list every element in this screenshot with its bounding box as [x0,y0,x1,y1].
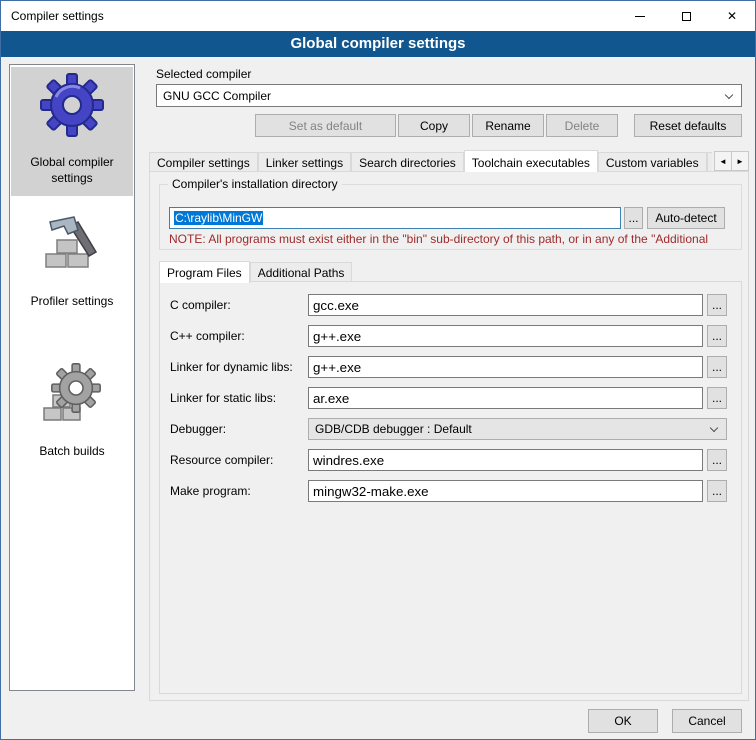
make-program-label: Make program: [170,480,251,502]
installation-directory-group-label: Compiler's installation directory [168,177,342,191]
tab-program-files[interactable]: Program Files [159,261,250,283]
resource-compiler-label: Resource compiler: [170,449,273,471]
tab-compiler-settings[interactable]: Compiler settings [149,152,258,172]
linker-dynamic-label: Linker for dynamic libs: [170,356,293,378]
make-program-input[interactable] [308,480,703,502]
delete-button: Delete [546,114,618,137]
linker-static-label: Linker for static libs: [170,387,276,409]
c-compiler-input[interactable] [308,294,703,316]
linker-dynamic-input[interactable] [308,356,703,378]
chevron-down-icon [710,424,718,432]
tab-scroll-right-button[interactable]: ► [731,151,749,171]
minimize-icon [635,16,645,17]
installation-note: NOTE: All programs must exist either in … [169,232,739,246]
auto-detect-button[interactable]: Auto-detect [647,207,725,229]
installation-directory-value: C:\raylib\MinGW [174,211,263,225]
tab-toolchain-executables[interactable]: Toolchain executables [464,150,598,172]
close-button[interactable]: ✕ [709,1,755,31]
ok-button[interactable]: OK [588,709,658,733]
debugger-combobox[interactable]: GDB/CDB debugger : Default [308,418,727,440]
debugger-label: Debugger: [170,418,226,440]
tab-scroller: Compiler settings Linker settings Search… [149,149,712,172]
compiler-settings-dialog: Compiler settings ✕ Global compiler sett… [0,0,756,740]
linker-dynamic-browse-button[interactable]: ... [707,356,727,378]
tab-linker-settings[interactable]: Linker settings [258,152,351,172]
profiler-hammer-icon [40,212,104,276]
sidebar-item-batch-builds[interactable]: Batch builds [11,356,133,470]
sidebar-item-label: Batch builds [17,444,127,460]
field-row-make-program: Make program: ... [160,480,741,502]
minimize-button[interactable] [617,1,663,31]
blue-gear-icon [40,73,104,137]
tab-custom-variables[interactable]: Custom variables [598,152,707,172]
settings-category-list: Global compiler settings Profiler settin… [9,64,135,691]
close-icon: ✕ [727,9,737,23]
field-row-resource-compiler: Resource compiler: ... [160,449,741,471]
rename-button[interactable]: Rename [472,114,544,137]
linker-static-input[interactable] [308,387,703,409]
installation-directory-group: Compiler's installation directory C:\ray… [159,184,742,250]
tab-search-directories[interactable]: Search directories [351,152,464,172]
sidebar-item-label: Profiler settings [17,294,127,310]
make-program-browse-button[interactable]: ... [707,480,727,502]
window-title: Compiler settings [1,9,617,23]
tab-strip: Compiler settings Linker settings Search… [149,149,749,172]
reset-defaults-button[interactable]: Reset defaults [634,114,742,137]
cpp-compiler-label: C++ compiler: [170,325,245,347]
c-compiler-browse-button[interactable]: ... [707,294,727,316]
linker-static-browse-button[interactable]: ... [707,387,727,409]
set-as-default-button: Set as default [255,114,396,137]
field-row-cpp-compiler: C++ compiler: ... [160,325,741,347]
sidebar-item-global-compiler-settings[interactable]: Global compiler settings [11,67,133,196]
resource-compiler-input[interactable] [308,449,703,471]
selected-compiler-combobox[interactable]: GNU GCC Compiler [156,84,742,107]
sidebar-item-profiler-settings[interactable]: Profiler settings [11,206,133,320]
field-row-linker-static: Linker for static libs: ... [160,387,741,409]
c-compiler-label: C compiler: [170,294,231,316]
tab-scroll-left-button[interactable]: ◄ [714,151,732,171]
tab-additional-paths[interactable]: Additional Paths [250,262,353,282]
sub-tab-strip: Program Files Additional Paths [159,260,352,282]
toolchain-executables-panel: Compiler's installation directory C:\ray… [149,171,749,701]
maximize-button[interactable] [663,1,709,31]
installation-directory-browse-button[interactable]: ... [624,207,643,229]
cancel-button[interactable]: Cancel [672,709,742,733]
field-row-linker-dynamic: Linker for dynamic libs: ... [160,356,741,378]
batch-builds-gear-icon [40,362,104,426]
selected-compiler-label: Selected compiler [156,67,251,81]
title-bar[interactable]: Compiler settings ✕ [1,1,755,31]
debugger-value: GDB/CDB debugger : Default [315,422,472,436]
field-row-debugger: Debugger: GDB/CDB debugger : Default [160,418,741,440]
cpp-compiler-browse-button[interactable]: ... [707,325,727,347]
copy-button[interactable]: Copy [398,114,470,137]
page-title: Global compiler settings [1,31,755,57]
maximize-icon [682,12,691,21]
tab-build-options[interactable]: Buil [707,152,712,172]
installation-directory-input[interactable]: C:\raylib\MinGW [169,207,621,229]
program-files-panel: C compiler: ... C++ compiler: ... Linker… [159,281,742,694]
resource-compiler-browse-button[interactable]: ... [707,449,727,471]
sidebar-item-label: Global compiler settings [17,155,127,186]
cpp-compiler-input[interactable] [308,325,703,347]
field-row-c-compiler: C compiler: ... [160,294,741,316]
selected-compiler-value: GNU GCC Compiler [163,89,271,103]
chevron-down-icon [725,90,733,98]
